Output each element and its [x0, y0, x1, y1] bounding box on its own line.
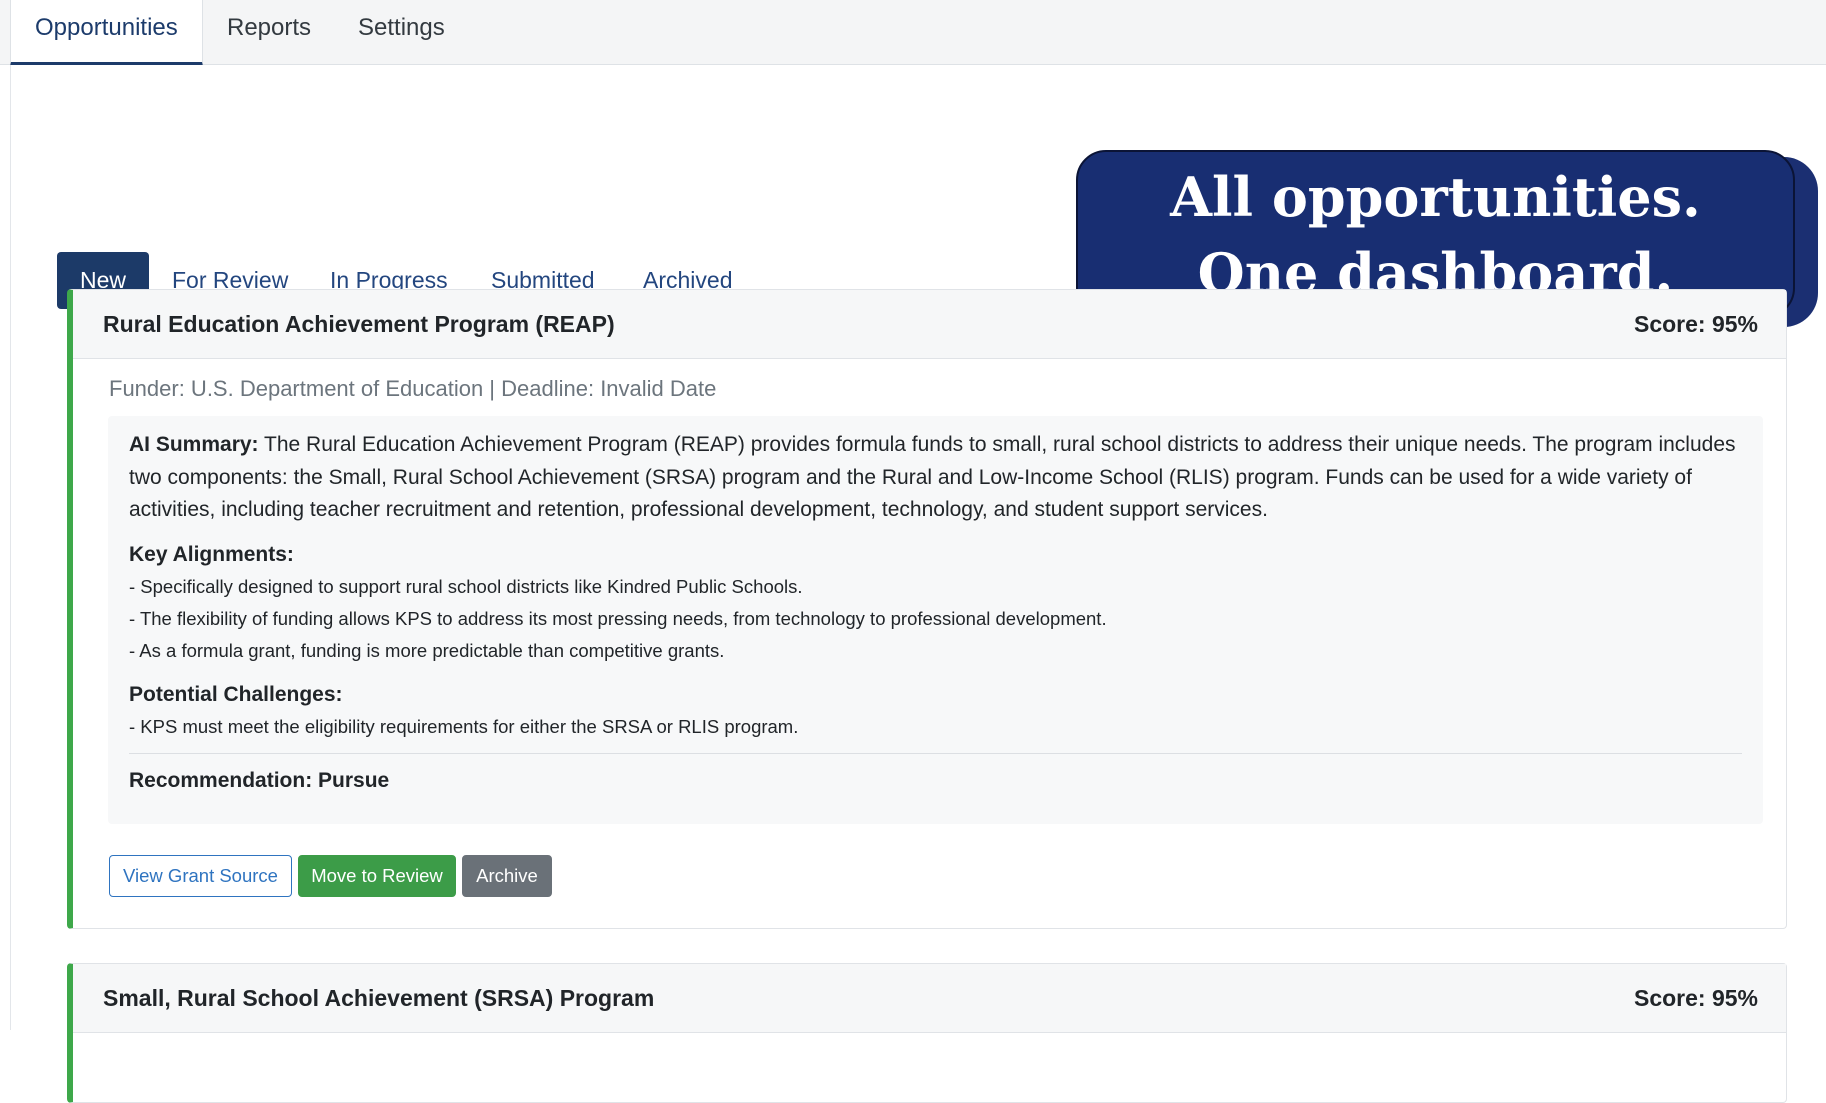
tab-opportunities[interactable]: Opportunities: [10, 0, 203, 66]
card-title: Small, Rural School Achievement (SRSA) P…: [103, 985, 655, 1011]
card-title: Rural Education Achievement Program (REA…: [103, 311, 615, 337]
opportunity-card: Small, Rural School Achievement (SRSA) P…: [67, 963, 1787, 1103]
recommendation: Recommendation: Pursue: [129, 769, 390, 792]
tab-settings[interactable]: Settings: [358, 0, 445, 65]
card-header: Rural Education Achievement Program (REA…: [73, 290, 1786, 359]
challenge-item: - KPS must meet the eligibility requirem…: [129, 716, 799, 737]
view-grant-source-button[interactable]: View Grant Source: [109, 855, 292, 897]
card-score: Score: 95%: [1633, 311, 1758, 337]
archive-button[interactable]: Archive: [462, 855, 552, 897]
ai-summary-body: The Rural Education Achievement Program …: [129, 433, 1736, 521]
potential-challenges-heading: Potential Challenges:: [129, 683, 343, 706]
ai-summary-label: AI Summary:: [129, 433, 259, 456]
opportunity-card: Rural Education Achievement Program (REA…: [67, 289, 1787, 929]
ai-summary-text: AI Summary: The Rural Education Achievem…: [129, 429, 1749, 527]
move-to-review-button[interactable]: Move to Review: [298, 855, 456, 897]
main-content: New For Review In Progress Submitted Arc…: [10, 65, 1826, 1103]
alignment-item: - The flexibility of funding allows KPS …: [129, 608, 1107, 629]
tab-reports[interactable]: Reports: [227, 0, 311, 65]
banner-line-1: All opportunities.: [1170, 165, 1701, 229]
divider: [129, 753, 1742, 754]
card-score: Score: 95%: [1633, 985, 1758, 1011]
card-header: Small, Rural School Achievement (SRSA) P…: [73, 964, 1786, 1033]
ai-summary-box: AI Summary: The Rural Education Achievem…: [108, 416, 1763, 824]
top-nav-bar: Opportunities Reports Settings: [0, 0, 1826, 66]
card-meta: Funder: U.S. Department of Education | D…: [109, 376, 717, 401]
key-alignments-heading: Key Alignments:: [129, 543, 294, 566]
alignment-item: - As a formula grant, funding is more pr…: [129, 640, 725, 661]
alignment-item: - Specifically designed to support rural…: [129, 576, 803, 597]
